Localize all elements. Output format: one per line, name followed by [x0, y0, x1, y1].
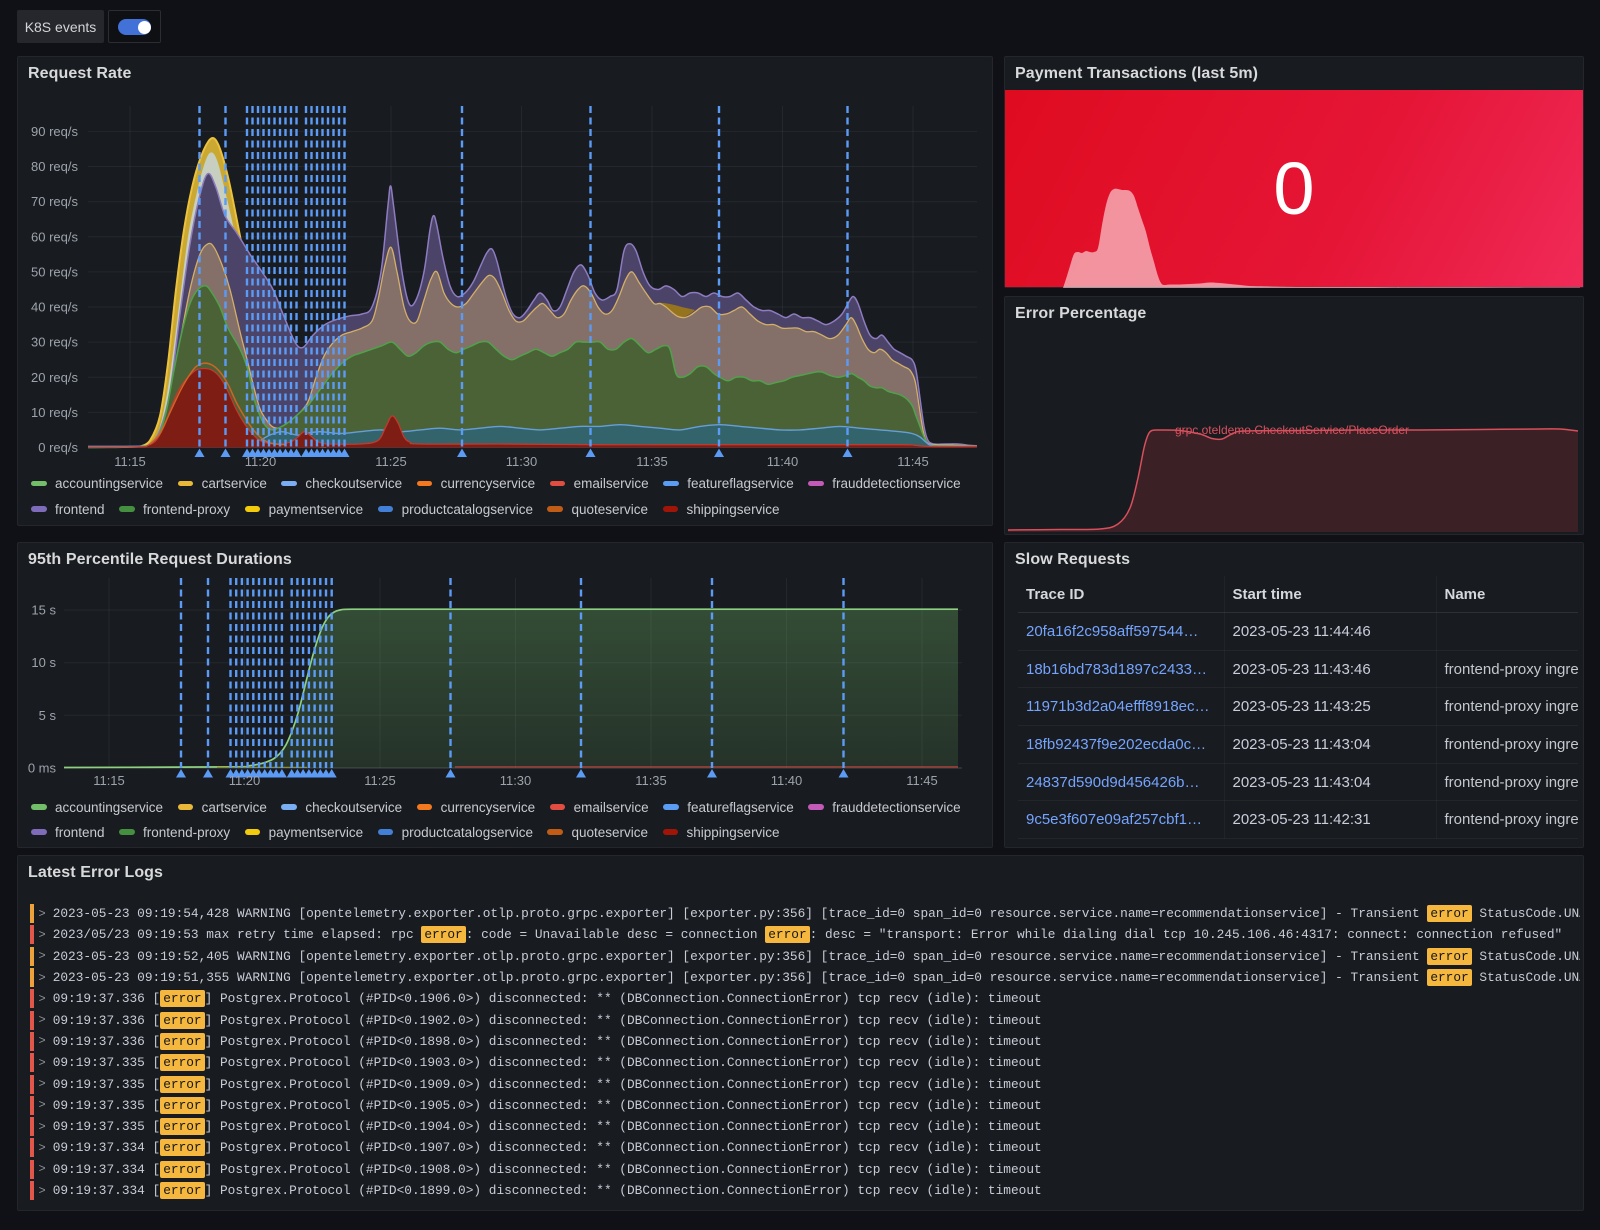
svg-text:30 req/s: 30 req/s [31, 335, 78, 350]
svg-text:11:20: 11:20 [229, 773, 261, 788]
svg-text:40 req/s: 40 req/s [31, 300, 78, 315]
svg-text:11:25: 11:25 [364, 773, 396, 788]
svg-text:60 req/s: 60 req/s [31, 229, 78, 244]
svg-text:10 s: 10 s [31, 655, 56, 670]
svg-text:11:30: 11:30 [506, 454, 538, 469]
svg-text:11:35: 11:35 [636, 454, 668, 469]
svg-text:grpc.oteldemo.CheckoutService/: grpc.oteldemo.CheckoutService/PlaceOrder [1175, 423, 1409, 437]
svg-text:15 s: 15 s [31, 603, 56, 618]
svg-text:11:30: 11:30 [500, 773, 532, 788]
svg-text:11:40: 11:40 [771, 773, 803, 788]
svg-text:90 req/s: 90 req/s [31, 124, 78, 139]
svg-text:5 s: 5 s [39, 708, 57, 723]
svg-text:80 req/s: 80 req/s [31, 159, 78, 174]
svg-text:0 req/s: 0 req/s [38, 440, 78, 455]
svg-text:11:20: 11:20 [245, 454, 277, 469]
svg-text:11:40: 11:40 [767, 454, 799, 469]
svg-text:11:25: 11:25 [375, 454, 407, 469]
svg-text:11:35: 11:35 [635, 773, 667, 788]
svg-text:20 req/s: 20 req/s [31, 370, 78, 385]
svg-text:11:15: 11:15 [93, 773, 125, 788]
svg-text:10 req/s: 10 req/s [31, 405, 78, 420]
svg-text:0 ms: 0 ms [28, 761, 57, 776]
svg-text:50 req/s: 50 req/s [31, 264, 78, 279]
svg-text:70 req/s: 70 req/s [31, 194, 78, 209]
svg-text:11:45: 11:45 [906, 773, 938, 788]
svg-text:11:45: 11:45 [897, 454, 929, 469]
svg-text:11:15: 11:15 [114, 454, 146, 469]
